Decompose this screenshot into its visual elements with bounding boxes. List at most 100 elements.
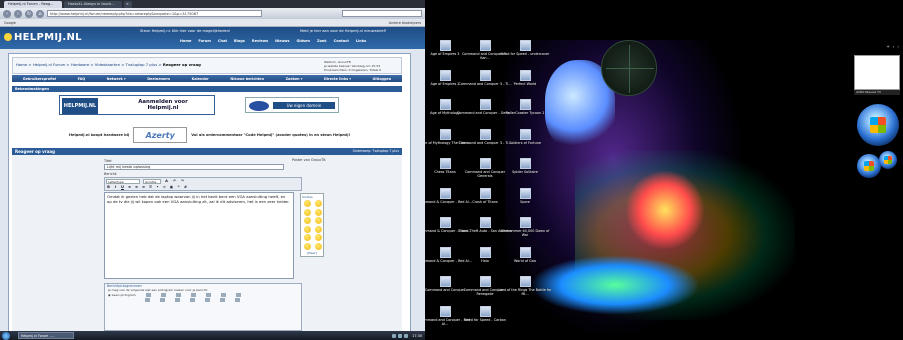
link-icon[interactable]: ∞ xyxy=(162,185,167,190)
forward-icon[interactable]: › xyxy=(14,9,22,18)
post-icon[interactable] xyxy=(190,293,196,297)
topmenu-home[interactable]: Home xyxy=(180,39,191,43)
post-icon[interactable] xyxy=(175,298,180,302)
reload-icon[interactable]: ↻ xyxy=(25,9,33,18)
home-icon[interactable]: ⌂ xyxy=(36,9,44,18)
smiley-icon[interactable] xyxy=(315,200,322,207)
nav-search[interactable]: Zoeken ▾ xyxy=(286,77,303,81)
private-messages[interactable]: Privé berichten: 0 Ongelezen, Totaal 0 xyxy=(324,68,404,72)
post-icon[interactable] xyxy=(145,293,151,297)
windows-logo-icon[interactable] xyxy=(857,104,899,146)
domain-banner[interactable]: Uw eigen domein xyxy=(245,97,339,113)
next-icon[interactable]: › xyxy=(897,44,899,49)
post-icon[interactable] xyxy=(220,298,225,302)
nav-network[interactable]: Netwerk ▾ xyxy=(107,77,126,81)
post-icon[interactable] xyxy=(235,298,240,302)
post-icon[interactable] xyxy=(205,298,210,302)
topmenu-chat[interactable]: Chat xyxy=(218,39,227,43)
post-icon[interactable] xyxy=(235,293,241,297)
quote-icon[interactable]: ❝ xyxy=(176,185,181,190)
desktop-icon[interactable]: Spider Solitaire xyxy=(497,158,553,174)
topmenu-gidsen[interactable]: Gidsen xyxy=(296,39,310,43)
smiley-icon[interactable] xyxy=(304,217,311,225)
network-icon[interactable] xyxy=(392,333,397,338)
size-select[interactable]: Grootte xyxy=(143,179,161,184)
align-right-icon[interactable]: ≡ xyxy=(141,185,146,190)
no-icon-radio[interactable]: ◉ Geen pictogram xyxy=(108,293,136,297)
site-logo[interactable]: HELPMIJ.NL xyxy=(4,32,82,43)
crumb-videokaarten[interactable]: Videokaarten xyxy=(95,62,120,67)
support-link[interactable]: Steun Helpmij.nl. Klik hier voor de moge… xyxy=(140,29,230,33)
title-input[interactable]: Lijkt mij beste oplossing xyxy=(104,164,284,170)
crumb-thread[interactable]: Tvaluptop 7 plus xyxy=(126,62,158,67)
smiley-icon[interactable] xyxy=(304,200,311,207)
start-button[interactable] xyxy=(2,331,10,340)
smiley-icon[interactable] xyxy=(304,225,311,233)
volume-icon[interactable] xyxy=(398,333,403,338)
topmenu-reviews[interactable]: Reviews xyxy=(252,39,268,43)
topmenu-zoek[interactable]: Zoek xyxy=(317,39,327,43)
undo-icon[interactable]: ↶ xyxy=(172,179,177,184)
address-bar[interactable]: http://www.helpmij.nl/forum/newreply.php… xyxy=(47,10,262,17)
shield-icon[interactable] xyxy=(404,333,409,338)
smiley-icon[interactable] xyxy=(315,208,322,216)
crumb-hardware[interactable]: Hardware xyxy=(71,62,89,67)
post-icon[interactable] xyxy=(205,293,211,297)
desktop-icon[interactable]: Soldiers of Fortune xyxy=(497,128,553,145)
nav-new-posts[interactable]: Nieuwe berichten xyxy=(230,77,264,81)
tv-gadget[interactable] xyxy=(854,55,900,90)
taskbar-item-browser[interactable]: Helpmij.nl Forum - ... xyxy=(18,332,74,339)
nav-calendar[interactable]: Kalender xyxy=(192,77,209,81)
post-icon[interactable] xyxy=(190,298,195,302)
redo-icon[interactable]: ↷ xyxy=(180,179,185,184)
numbered-list-icon[interactable]: ☰ xyxy=(148,185,153,190)
post-icon[interactable] xyxy=(160,293,166,297)
topmenu-forum[interactable]: Forum xyxy=(198,39,211,43)
bold-icon[interactable]: B xyxy=(106,185,111,190)
new-tab-button[interactable]: × xyxy=(124,1,132,8)
prev-icon[interactable]: ‹ xyxy=(893,44,895,49)
tab-helpmij[interactable]: Helpmij.nl Forum - Reag... xyxy=(4,1,62,8)
font-select[interactable]: Lettertype xyxy=(106,179,140,184)
topmenu-blogs[interactable]: Blogs xyxy=(234,39,245,43)
nav-logout[interactable]: Uitloggen xyxy=(373,77,392,81)
desktop-icon[interactable]: Lord of the Rings The Battle for Mi... xyxy=(497,276,553,296)
windows-orb-mini-icon[interactable] xyxy=(879,151,897,169)
other-bookmarks[interactable]: Andere bladwijzers xyxy=(389,19,425,26)
windows-orb-small-icon[interactable] xyxy=(857,154,881,178)
desktop-icon[interactable]: Spore xyxy=(497,187,553,204)
azerty-logo[interactable]: Azerty xyxy=(133,127,188,143)
smiley-icon[interactable] xyxy=(304,242,311,250)
smiley-icon[interactable] xyxy=(315,242,322,250)
nav-members[interactable]: Deelnemers xyxy=(147,77,170,81)
text-color-icon[interactable]: A xyxy=(164,179,169,184)
nav-quick-links[interactable]: Directe links ▾ xyxy=(324,77,351,81)
crumb-home[interactable]: Home xyxy=(16,62,27,67)
smiley-icon[interactable] xyxy=(315,217,322,225)
align-left-icon[interactable]: ≡ xyxy=(127,185,132,190)
post-icon[interactable] xyxy=(220,293,226,297)
code-icon[interactable]: # xyxy=(183,185,188,190)
signup-banner[interactable]: HELPMIJ.NL Aanmelden voor Helpmij.nl xyxy=(59,95,215,115)
search-input[interactable] xyxy=(342,10,422,17)
nav-faq[interactable]: FAQ xyxy=(78,77,85,81)
add-gadget-icon[interactable]: + xyxy=(886,44,889,49)
clock[interactable]: 17:30 xyxy=(412,334,422,338)
desktop-icon[interactable]: Need for Speed - Carbon xyxy=(457,305,513,322)
align-center-icon[interactable]: ≡ xyxy=(134,185,139,190)
topmenu-links[interactable]: Links xyxy=(356,39,366,43)
more-smilies-link[interactable]: [Meer] xyxy=(302,251,322,255)
post-icon[interactable] xyxy=(160,298,165,302)
smiley-icon[interactable] xyxy=(304,208,311,216)
crumb-forum[interactable]: Helpmij.nl Forum xyxy=(33,62,65,67)
desktop-icon[interactable]: World of Goo xyxy=(497,246,553,263)
italic-icon[interactable]: I xyxy=(113,185,118,190)
smiley-icon[interactable] xyxy=(315,225,322,233)
desktop-icon[interactable]: Perfect World xyxy=(497,69,553,86)
message-editor[interactable]: Omdat ik gezien heb dat de laptop waarva… xyxy=(104,192,294,279)
topmenu-nieuws[interactable]: Nieuws xyxy=(275,39,289,43)
topmenu-contact[interactable]: Contact xyxy=(334,39,349,43)
newsletter-link[interactable]: Meld je hier aan voor de Helpmij.nl nieu… xyxy=(300,29,386,33)
smiley-icon[interactable] xyxy=(315,234,322,242)
bookmark-google[interactable]: Google xyxy=(4,19,16,26)
